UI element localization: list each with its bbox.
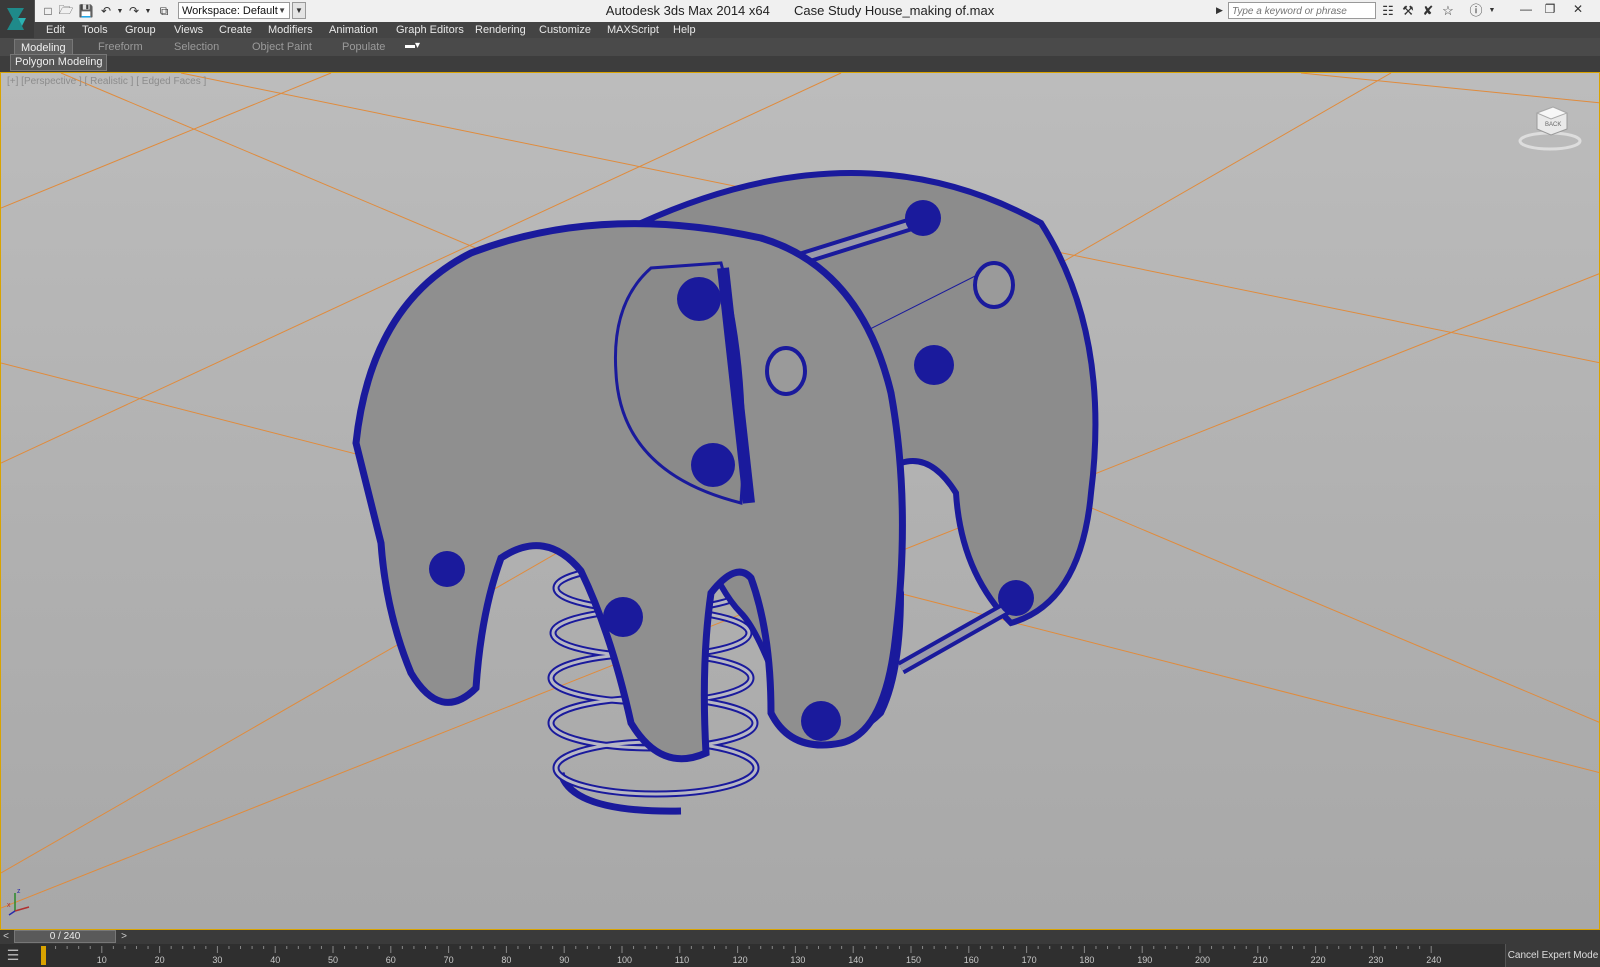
- redo-dropdown-icon[interactable]: ▼: [140, 3, 156, 19]
- ribbon-minimize-icon[interactable]: ▬▾: [405, 40, 420, 51]
- menu-help[interactable]: Help: [673, 22, 696, 38]
- menu-tools[interactable]: Tools: [82, 22, 108, 38]
- polygon-modeling-panel-button[interactable]: Polygon Modeling: [10, 54, 108, 71]
- new-file-icon[interactable]: □: [40, 3, 56, 19]
- search-field[interactable]: [1228, 2, 1376, 19]
- minimize-icon[interactable]: —: [1514, 0, 1538, 20]
- axis-tripod-icon: z x: [7, 888, 30, 916]
- timeline-ruler[interactable]: 10 20 30 40 50 60 70 80 90 100 110 120 130 140 150 160 1…: [40, 944, 1505, 967]
- ruler-tick-label: 160: [964, 955, 979, 965]
- ruler-tick-label: 20: [155, 955, 165, 965]
- binoculars-icon[interactable]: ☷: [1380, 3, 1396, 19]
- previous-frame-button[interactable]: <: [0, 930, 12, 944]
- communication-center-icon[interactable]: ✘: [1420, 3, 1436, 19]
- menu-animation[interactable]: Animation: [329, 22, 378, 38]
- ruler-tick-label: 10: [97, 955, 107, 965]
- ruler-tick-label: 120: [733, 955, 748, 965]
- ruler-tick-label: 110: [675, 955, 689, 965]
- svg-text:z: z: [17, 888, 21, 895]
- ribbon-panel: [0, 56, 1600, 72]
- menu-customize[interactable]: Customize: [539, 22, 591, 38]
- menu-create[interactable]: Create: [219, 22, 252, 38]
- ruler-tick-label: 30: [212, 955, 222, 965]
- ruler-tick-label: 170: [1022, 955, 1037, 965]
- menu-edit[interactable]: Edit: [46, 22, 65, 38]
- ruler-tick-label: 130: [790, 955, 805, 965]
- ruler-tick-label: 60: [386, 955, 396, 965]
- app-menu-button[interactable]: [0, 0, 35, 38]
- perspective-viewport[interactable]: [+] [Perspective ] [ Realistic ] [ Edged…: [0, 72, 1600, 930]
- menu-rendering[interactable]: Rendering: [475, 22, 526, 38]
- current-frame-marker[interactable]: [41, 946, 46, 965]
- help-icon[interactable]: ⓘ: [1468, 3, 1484, 19]
- restore-icon[interactable]: ❐: [1538, 0, 1562, 20]
- viewport-label-menu[interactable]: [+] [Perspective ] [ Realistic ] [ Edged…: [7, 76, 206, 87]
- next-frame-button[interactable]: >: [118, 930, 130, 944]
- ruler-tick-label: 90: [559, 955, 569, 965]
- ruler-tick-label: 240: [1426, 955, 1441, 965]
- tab-modeling[interactable]: Modeling: [14, 39, 73, 55]
- time-slider[interactable]: 0 / 240: [14, 930, 116, 943]
- 3ds-max-logo-icon: [7, 8, 26, 30]
- ruler-tick-label: 150: [906, 955, 921, 965]
- menu-modifiers[interactable]: Modifiers: [268, 22, 313, 38]
- ruler-tick-label: 50: [328, 955, 338, 965]
- tab-populate[interactable]: Populate: [336, 39, 391, 55]
- project-folder-icon[interactable]: ⧉: [156, 3, 172, 19]
- ruler-tick-label: 70: [444, 955, 454, 965]
- help-dropdown-icon[interactable]: ▼: [1484, 3, 1500, 19]
- ruler-tick-label: 200: [1195, 955, 1210, 965]
- close-icon[interactable]: ✕: [1566, 0, 1590, 20]
- ruler-tick-label: 230: [1368, 955, 1383, 965]
- menu-bar: Edit Tools Group Views Create Modifiers …: [34, 22, 1600, 38]
- viewcube-icon[interactable]: BACK: [1515, 95, 1585, 155]
- svg-text:x: x: [7, 902, 11, 909]
- ruler-tick-label: 100: [617, 955, 632, 965]
- quick-access-customize-icon[interactable]: ▼: [292, 2, 306, 19]
- tab-freeform[interactable]: Freeform: [92, 39, 149, 55]
- chevron-down-icon: ▼: [278, 6, 286, 15]
- ruler-tick-label: 180: [1079, 955, 1094, 965]
- ruler-tick-label: 190: [1137, 955, 1152, 965]
- ruler-tick-label: 220: [1311, 955, 1326, 965]
- viewcube-face-label: BACK: [1545, 122, 1561, 128]
- ruler-tick-label: 140: [848, 955, 863, 965]
- favorites-star-icon[interactable]: ☆: [1440, 3, 1456, 19]
- ruler-tick-label: 40: [270, 955, 280, 965]
- cancel-expert-mode-button[interactable]: Cancel Expert Mode: [1505, 944, 1600, 967]
- menu-graph-editors[interactable]: Graph Editors: [396, 22, 464, 38]
- menu-maxscript[interactable]: MAXScript: [607, 22, 659, 38]
- track-bar-menu-icon[interactable]: ☰: [3, 946, 23, 964]
- open-file-icon[interactable]: 🗁: [58, 3, 74, 19]
- workspace-dropdown[interactable]: Workspace: Default ▼: [178, 2, 290, 19]
- ribbon-tab-bar: Modeling Freeform Selection Object Paint…: [0, 38, 1600, 57]
- subscription-icon[interactable]: ⚒: [1400, 3, 1416, 19]
- tab-selection[interactable]: Selection: [168, 39, 225, 55]
- tab-object-paint[interactable]: Object Paint: [246, 39, 318, 55]
- viewport-scene: [1, 73, 1599, 909]
- workspace-value: Workspace: Default: [182, 5, 278, 17]
- menu-views[interactable]: Views: [174, 22, 203, 38]
- menu-group[interactable]: Group: [125, 22, 156, 38]
- ruler-tick-label: 80: [501, 955, 511, 965]
- save-file-icon[interactable]: 💾: [78, 3, 94, 19]
- search-input[interactable]: [1229, 3, 1375, 19]
- search-expand-icon[interactable]: ▶: [1216, 2, 1226, 19]
- time-slider-bar: [0, 930, 1600, 944]
- ruler-tick-label: 210: [1253, 955, 1268, 965]
